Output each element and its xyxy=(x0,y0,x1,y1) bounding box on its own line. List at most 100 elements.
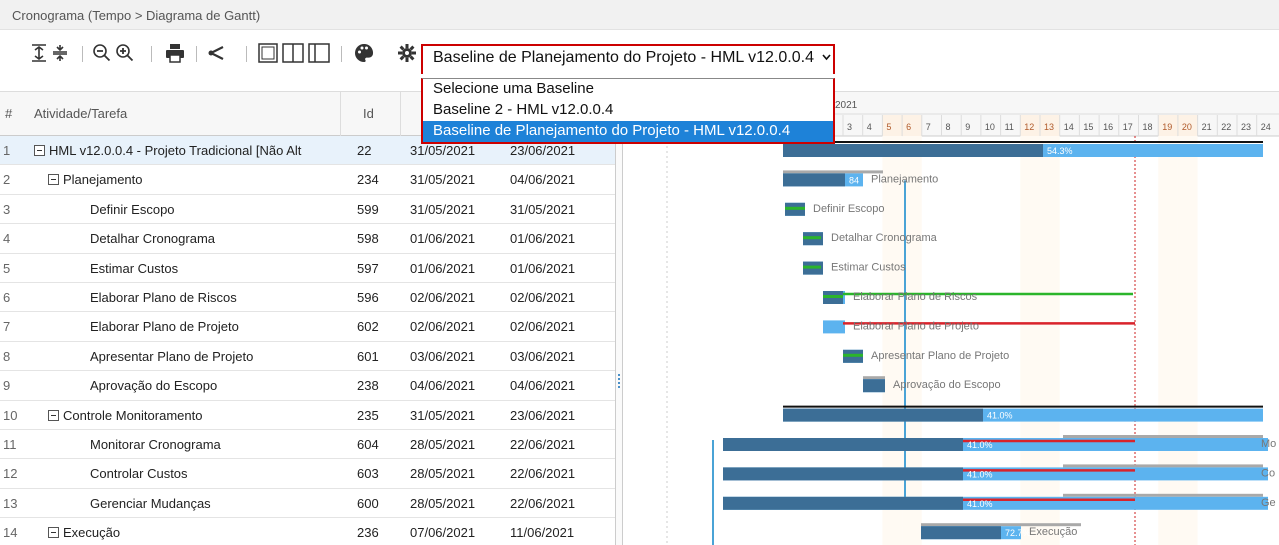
task-end: 02/06/2021 xyxy=(510,319,576,335)
print-icon[interactable] xyxy=(165,42,185,64)
drag-handle-icon xyxy=(618,374,620,388)
day-label: 12 xyxy=(1024,122,1034,132)
table-row[interactable]: 6 Elaborar Plano de Riscos 596 02/06/2021 02… xyxy=(0,283,620,313)
task-end: 01/06/2021 xyxy=(510,260,576,276)
task-name-cell[interactable]: Apresentar Plano de Projeto xyxy=(90,342,340,371)
gantt-svg: 3 4 5 6 7 8 9 10 11 12 13 14 15 16 17 18 19 20 21 22 23 24202… xyxy=(623,92,1279,545)
task-name-cell[interactable]: Aprovação do Escopo xyxy=(90,371,340,400)
table-row[interactable]: 11 Monitorar Cronograma 604 28/05/2021 22/06… xyxy=(0,430,620,460)
bar-percent-label: 41.0% xyxy=(987,411,1013,421)
table-row[interactable]: 5 Estimar Custos 597 01/06/2021 01/06/2021 xyxy=(0,254,620,283)
task-name-cell[interactable]: Definir Escopo xyxy=(90,195,340,224)
task-name-cell[interactable]: Detalhar Cronograma xyxy=(90,224,340,253)
table-row[interactable]: 13 Gerenciar Mudanças 600 28/05/2021 22/06/2… xyxy=(0,489,620,519)
toolbar-separator xyxy=(246,46,247,62)
row-number: 13 xyxy=(3,495,18,511)
baseline-option[interactable]: Selecione uma Baseline xyxy=(423,79,833,100)
task-start: 03/06/2021 xyxy=(410,348,476,364)
table-row[interactable]: 12 Controlar Custos 603 28/05/2021 22/06/202… xyxy=(0,459,620,489)
toolbar-separator xyxy=(151,46,152,62)
task-progress-bar xyxy=(783,173,845,187)
task-end: 01/06/2021 xyxy=(510,231,576,247)
row-number: 12 xyxy=(3,466,18,482)
task-name-cell[interactable]: Estimar Custos xyxy=(90,254,340,283)
baseline-option[interactable]: Baseline 2 - HML v12.0.0.4 xyxy=(423,100,833,121)
day-label: 15 xyxy=(1083,122,1093,132)
task-name: Estimar Custos xyxy=(90,260,179,276)
critical-path-icon[interactable] xyxy=(206,42,226,64)
task-name-cell[interactable]: Execução xyxy=(48,518,340,545)
collapse-icon[interactable] xyxy=(48,527,59,539)
zoom-in-icon[interactable] xyxy=(115,42,135,64)
collapse-icon[interactable] xyxy=(34,145,45,156)
progress-marker xyxy=(785,206,805,210)
task-start: 02/06/2021 xyxy=(410,290,476,305)
task-id: 602 xyxy=(357,319,379,335)
task-progress-bar xyxy=(863,379,885,393)
bar-percent-label: 41.0% xyxy=(967,440,993,450)
column-header-id[interactable]: Id xyxy=(363,92,374,136)
day-label: 11 xyxy=(1005,122,1014,132)
task-name-cell[interactable]: HML v12.0.0.4 - Projeto Tradicional [Não… xyxy=(34,136,340,165)
column-header-task[interactable]: Atividade/Tarefa xyxy=(34,92,127,136)
table-row[interactable]: 3 Definir Escopo 599 31/05/2021 31/05/2021 xyxy=(0,195,620,225)
task-id: 598 xyxy=(357,231,379,247)
collapse-icon[interactable] xyxy=(48,174,59,186)
task-name: Execução xyxy=(63,525,121,541)
column-header-num[interactable]: # xyxy=(5,92,12,136)
task-name-cell[interactable]: Elaborar Plano de Riscos xyxy=(90,283,340,312)
task-name-cell[interactable]: Elaborar Plano de Projeto xyxy=(90,312,340,341)
task-start: 01/06/2021 xyxy=(410,260,476,276)
task-id: 236 xyxy=(357,525,379,541)
chart-only-icon[interactable] xyxy=(308,42,330,64)
task-end: 31/05/2021 xyxy=(510,201,576,217)
splitter-handle[interactable] xyxy=(615,92,623,545)
chevron-down-icon xyxy=(822,54,832,61)
zoom-out-icon[interactable] xyxy=(92,42,112,64)
baseline-select[interactable]: Baseline de Planejamento do Projeto - HM… xyxy=(421,44,835,74)
baseline-option-selected[interactable]: Baseline de Planejamento do Projeto - HM… xyxy=(423,121,833,142)
collapse-icon[interactable] xyxy=(48,409,59,421)
day-label: 10 xyxy=(985,122,995,132)
bar-side-label: Execução xyxy=(1029,526,1077,538)
task-name: Gerenciar Mudanças xyxy=(90,495,211,511)
table-row[interactable]: 7 Elaborar Plano de Projeto 602 02/06/2021 0… xyxy=(0,312,620,342)
baseline-selected-label: Baseline de Planejamento do Projeto - HM… xyxy=(433,49,814,66)
task-progress-bar xyxy=(783,408,983,422)
task-name-cell[interactable]: Planejamento xyxy=(48,165,340,194)
task-start: 31/05/2021 xyxy=(410,407,476,423)
column-divider xyxy=(400,92,401,136)
weekend-column xyxy=(1020,136,1040,545)
toolbar-separator xyxy=(196,46,197,62)
task-id: 600 xyxy=(357,495,379,511)
table-row[interactable]: 4 Detalhar Cronograma 598 01/06/2021 01/06/2… xyxy=(0,224,620,254)
split-view-icon[interactable] xyxy=(282,42,304,64)
task-name: Definir Escopo xyxy=(90,201,175,217)
expand-all-icon[interactable] xyxy=(52,42,68,64)
toolbar-separator xyxy=(341,46,342,62)
task-name-cell[interactable]: Gerenciar Mudanças xyxy=(90,489,340,518)
palette-icon[interactable] xyxy=(354,42,374,64)
table-row[interactable]: 10 Controle Monitoramento 235 31/05/2021 23/… xyxy=(0,401,620,430)
bar-side-label: Elaborar Plano de Projeto xyxy=(853,320,979,332)
gear-icon[interactable] xyxy=(397,42,417,64)
bar-percent-label: 41.0% xyxy=(967,499,993,509)
table-row[interactable]: 8 Apresentar Plano de Projeto 601 03/06/202… xyxy=(0,342,620,372)
weekend-header-cell xyxy=(902,115,922,136)
task-id: 601 xyxy=(357,348,379,364)
task-name-cell[interactable]: Controlar Custos xyxy=(90,459,340,488)
day-label: 24 xyxy=(1261,122,1271,132)
column-divider xyxy=(340,92,341,136)
task-name: Aprovação do Escopo xyxy=(90,378,218,394)
task-end: 22/06/2021 xyxy=(510,437,576,452)
task-name: Detalhar Cronograma xyxy=(90,231,216,247)
task-name-cell[interactable]: Monitorar Cronograma xyxy=(90,430,340,459)
weekend-column xyxy=(1158,136,1178,545)
grid-only-icon[interactable] xyxy=(258,42,278,64)
table-row[interactable]: 2 Planejamento 234 31/05/2021 04/06/2021 xyxy=(0,165,620,195)
task-name-cell[interactable]: Controle Monitoramento xyxy=(48,401,340,430)
collapse-all-icon[interactable] xyxy=(31,42,47,64)
table-row[interactable]: 9 Aprovação do Escopo 238 04/06/2021 04/06/2… xyxy=(0,371,620,401)
table-row[interactable]: 14 Execução 236 07/06/2021 11/06/2021 xyxy=(0,518,620,545)
day-label: 18 xyxy=(1143,122,1153,132)
